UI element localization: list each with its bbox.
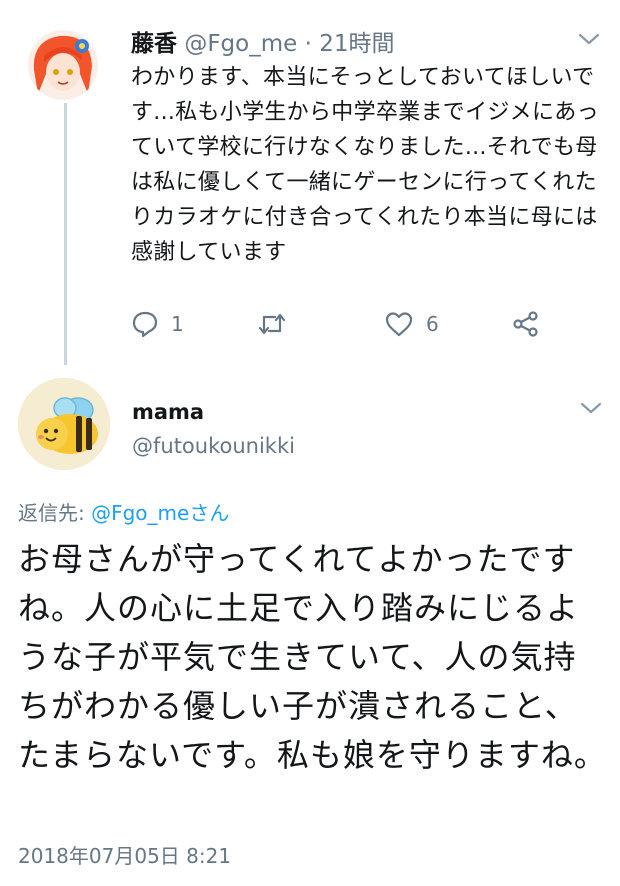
display-name[interactable]: mama [132, 400, 204, 424]
chevron-down-icon[interactable] [578, 32, 600, 46]
avatar[interactable] [18, 378, 110, 470]
handle[interactable]: @Fgo_me [184, 31, 297, 57]
like-count: 6 [426, 312, 439, 336]
avatar[interactable] [28, 30, 98, 100]
share-icon [513, 311, 538, 337]
handle[interactable]: @futoukounikki [132, 434, 295, 458]
reply-icon [132, 311, 158, 338]
retweet-icon [258, 313, 286, 335]
reply-mention-link[interactable]: @Fgo_meさん [91, 501, 229, 525]
tweet-timestamp[interactable]: 2018年07月05日 8:21 [18, 840, 231, 869]
share-button[interactable] [512, 310, 540, 338]
reply-button[interactable]: 1 [131, 310, 184, 338]
chevron-down-icon[interactable] [580, 401, 602, 415]
separator: · [297, 31, 320, 57]
reply-to-label: 返信先: [18, 501, 92, 525]
tweet-text: わかります、本当にそっとしておいてほしいです...私も小学生から中学卒業までイジ… [131, 65, 599, 265]
display-name[interactable]: 藤香 [131, 31, 177, 57]
thread-line [64, 103, 67, 365]
bee-avatar-image [18, 378, 110, 470]
tweet-time[interactable]: 21時間 [319, 31, 394, 57]
reply-to-line: 返信先: @Fgo_meさん [18, 497, 229, 526]
like-icon [385, 312, 413, 337]
like-button[interactable]: 6 [384, 310, 439, 338]
retweet-button[interactable] [257, 310, 287, 338]
reply-count: 1 [171, 312, 184, 336]
avatar-image [28, 30, 98, 100]
tweet1-header: 藤香 @Fgo_me · 21時間 [131, 24, 395, 58]
tweet-actions: 1 6 [131, 310, 551, 346]
tweet-text: お母さんが守ってくれてよかったですね。人の心に土足で入り踏みにじるような子が平気… [18, 540, 607, 774]
